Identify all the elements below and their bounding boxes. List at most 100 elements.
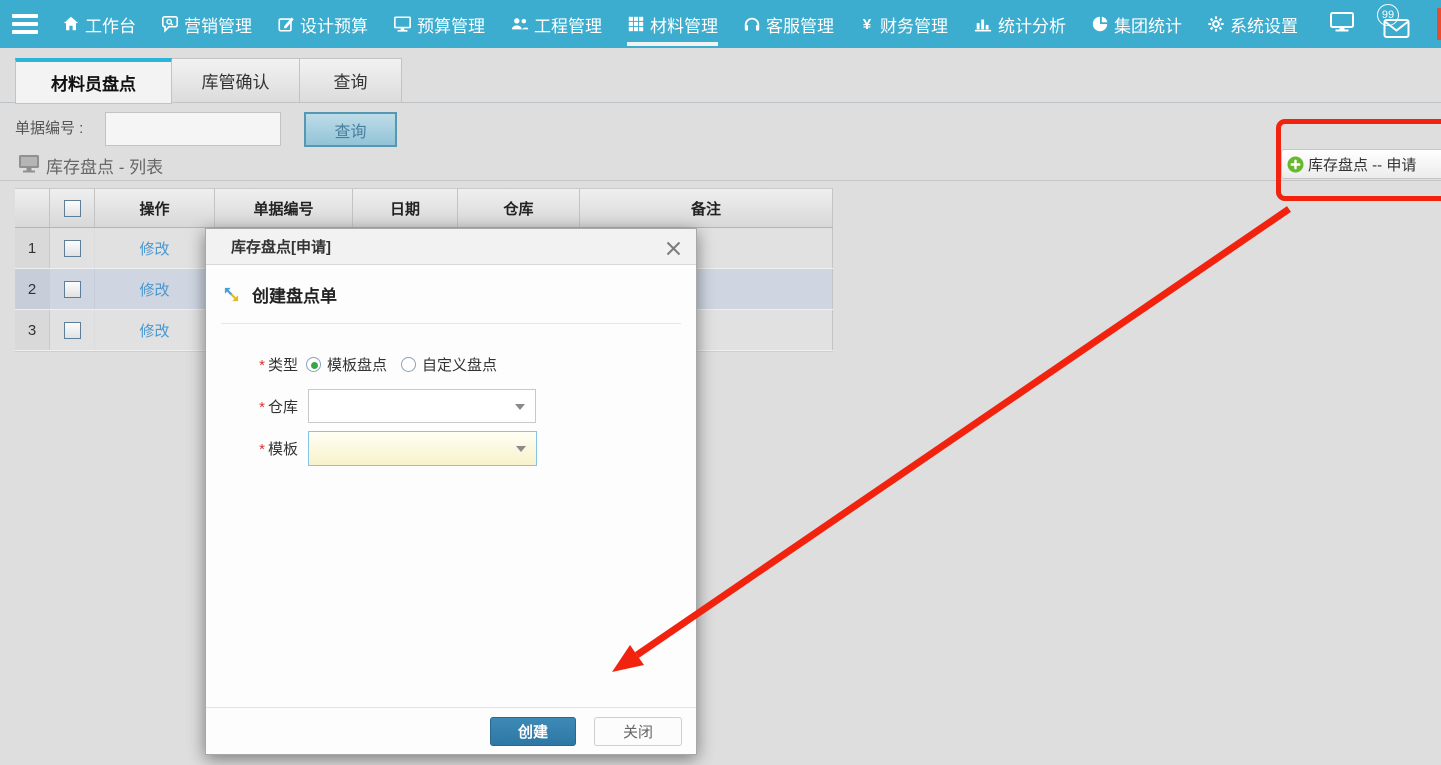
tab-material-clerk-count[interactable]: 材料员盘点 bbox=[15, 58, 172, 104]
template-dropdown[interactable] bbox=[308, 431, 537, 466]
radio-label-template: 模板盘点 bbox=[327, 354, 387, 375]
nav-item-label: 营销管理 bbox=[184, 12, 252, 37]
clipped-edge-element bbox=[1437, 8, 1441, 40]
tab-warehouse-confirm[interactable]: 库管确认 bbox=[172, 58, 300, 103]
divider bbox=[221, 323, 681, 324]
inventory-count-apply-button[interactable]: 库存盘点 -- 申请 bbox=[1281, 149, 1441, 179]
radio-template-count[interactable] bbox=[306, 357, 321, 372]
dialog-title: 库存盘点[申请] bbox=[231, 236, 331, 257]
close-button[interactable]: 关闭 bbox=[594, 717, 682, 746]
nav-item-workbench[interactable]: 工作台 bbox=[62, 0, 136, 48]
nav-item-customer-service[interactable]: 客服管理 bbox=[743, 0, 834, 48]
close-icon[interactable] bbox=[662, 237, 684, 259]
home-icon bbox=[62, 15, 80, 33]
row-number: 2 bbox=[15, 269, 50, 309]
select-all-cell bbox=[50, 189, 95, 227]
tab-strip: 材料员盘点 库管确认 查询 bbox=[0, 48, 1441, 103]
radio-label-custom: 自定义盘点 bbox=[422, 354, 497, 375]
nav-item-statistics[interactable]: 统计分析 bbox=[973, 0, 1066, 48]
col-header-action: 操作 bbox=[95, 189, 215, 227]
nav-item-label: 财务管理 bbox=[880, 12, 948, 37]
col-header-doc-no: 单据编号 bbox=[215, 189, 353, 227]
nav-item-label: 工程管理 bbox=[534, 12, 602, 37]
col-header-warehouse: 仓库 bbox=[458, 189, 580, 227]
svg-text:¥: ¥ bbox=[863, 16, 872, 33]
nav-item-label: 工作台 bbox=[85, 12, 136, 37]
nav-item-finance[interactable]: ¥ 财务管理 bbox=[859, 0, 948, 48]
add-plus-icon bbox=[1287, 156, 1304, 173]
nav-item-label: 预算管理 bbox=[417, 12, 485, 37]
col-header-date: 日期 bbox=[353, 189, 458, 227]
grid-icon bbox=[627, 15, 645, 33]
nav-item-label: 客服管理 bbox=[766, 12, 834, 37]
edit-link[interactable]: 修改 bbox=[139, 320, 169, 341]
required-mark: * bbox=[259, 399, 265, 416]
chat-icon bbox=[161, 15, 179, 33]
nav-item-label: 材料管理 bbox=[650, 12, 718, 37]
nav-item-label: 系统设置 bbox=[1230, 12, 1298, 37]
desktop-monitor-icon[interactable] bbox=[1329, 10, 1355, 39]
select-all-checkbox[interactable] bbox=[64, 200, 81, 217]
warehouse-label: *仓库 bbox=[206, 396, 298, 417]
apply-button-label: 库存盘点 -- 申请 bbox=[1308, 154, 1416, 175]
template-label: *模板 bbox=[206, 438, 298, 459]
type-label: *类型 bbox=[206, 354, 298, 375]
warehouse-dropdown[interactable] bbox=[308, 389, 536, 423]
create-arrows-icon bbox=[223, 286, 240, 303]
tab-label: 查询 bbox=[334, 68, 368, 93]
messages-icon[interactable]: 99 bbox=[1381, 7, 1411, 41]
nav-item-system-settings[interactable]: 系统设置 bbox=[1207, 0, 1298, 48]
warehouse-field-row: *仓库 bbox=[206, 389, 696, 423]
section-title-row: 库存盘点 - 列表 bbox=[0, 150, 1441, 181]
chevron-down-icon bbox=[515, 404, 525, 410]
bar-chart-icon bbox=[973, 15, 993, 33]
nav-item-group-statistics[interactable]: 集团统计 bbox=[1091, 0, 1182, 48]
row-checkbox[interactable] bbox=[64, 281, 81, 298]
gear-icon bbox=[1207, 15, 1225, 33]
radio-custom-count[interactable] bbox=[401, 357, 416, 372]
row-checkbox[interactable] bbox=[64, 322, 81, 339]
nav-item-marketing[interactable]: 营销管理 bbox=[161, 0, 252, 48]
nav-item-budget[interactable]: 预算管理 bbox=[393, 0, 485, 48]
doc-number-input[interactable] bbox=[105, 112, 281, 146]
row-number-header bbox=[15, 189, 50, 227]
nav-item-design-budget[interactable]: 设计预算 bbox=[277, 0, 368, 48]
row-number: 1 bbox=[15, 228, 50, 268]
type-field-row: *类型 模板盘点 自定义盘点 bbox=[206, 354, 696, 375]
inventory-apply-dialog: 库存盘点[申请] 创建盘点单 *类型 模板盘点 自定义盘点 *仓库 bbox=[205, 228, 697, 755]
nav-item-materials[interactable]: 材料管理 bbox=[627, 0, 718, 48]
nav-items: 工作台 营销管理 设计预算 预算管理 工程管理 材料管理 bbox=[62, 0, 1298, 48]
template-field-row: *模板 bbox=[206, 431, 696, 466]
nav-item-label: 统计分析 bbox=[998, 12, 1066, 37]
required-mark: * bbox=[259, 441, 265, 458]
list-monitor-icon bbox=[18, 154, 40, 179]
row-number: 3 bbox=[15, 310, 50, 350]
search-button[interactable]: 查询 bbox=[304, 112, 397, 147]
edit-link[interactable]: 修改 bbox=[139, 279, 169, 300]
nav-item-label: 集团统计 bbox=[1114, 12, 1182, 37]
nav-item-label: 设计预算 bbox=[300, 12, 368, 37]
users-icon bbox=[510, 15, 529, 33]
top-navbar: 工作台 营销管理 设计预算 预算管理 工程管理 材料管理 bbox=[0, 0, 1441, 48]
nav-item-engineering[interactable]: 工程管理 bbox=[510, 0, 602, 48]
row-checkbox[interactable] bbox=[64, 240, 81, 257]
tab-label: 库管确认 bbox=[202, 68, 270, 93]
dialog-footer: 创建 关闭 bbox=[206, 707, 696, 754]
dialog-heading: 创建盘点单 bbox=[252, 282, 337, 307]
hamburger-menu-icon[interactable] bbox=[12, 14, 38, 34]
doc-number-label: 单据编号 : bbox=[15, 112, 83, 146]
required-mark: * bbox=[259, 357, 265, 374]
navbar-right-icons: 99 bbox=[1329, 0, 1411, 48]
table-header-row: 操作 单据编号 日期 仓库 备注 bbox=[15, 188, 833, 228]
tab-query[interactable]: 查询 bbox=[300, 58, 402, 103]
section-title: 库存盘点 - 列表 bbox=[46, 153, 163, 178]
yen-icon: ¥ bbox=[859, 15, 875, 33]
headset-icon bbox=[743, 15, 761, 33]
dialog-titlebar[interactable]: 库存盘点[申请] bbox=[206, 229, 696, 265]
tab-label: 材料员盘点 bbox=[51, 70, 136, 95]
edit-link[interactable]: 修改 bbox=[139, 238, 169, 259]
app-window: 工作台 营销管理 设计预算 预算管理 工程管理 材料管理 bbox=[0, 0, 1441, 765]
edit-icon bbox=[277, 15, 295, 33]
create-button[interactable]: 创建 bbox=[490, 717, 576, 746]
dialog-heading-row: 创建盘点单 bbox=[206, 265, 696, 323]
